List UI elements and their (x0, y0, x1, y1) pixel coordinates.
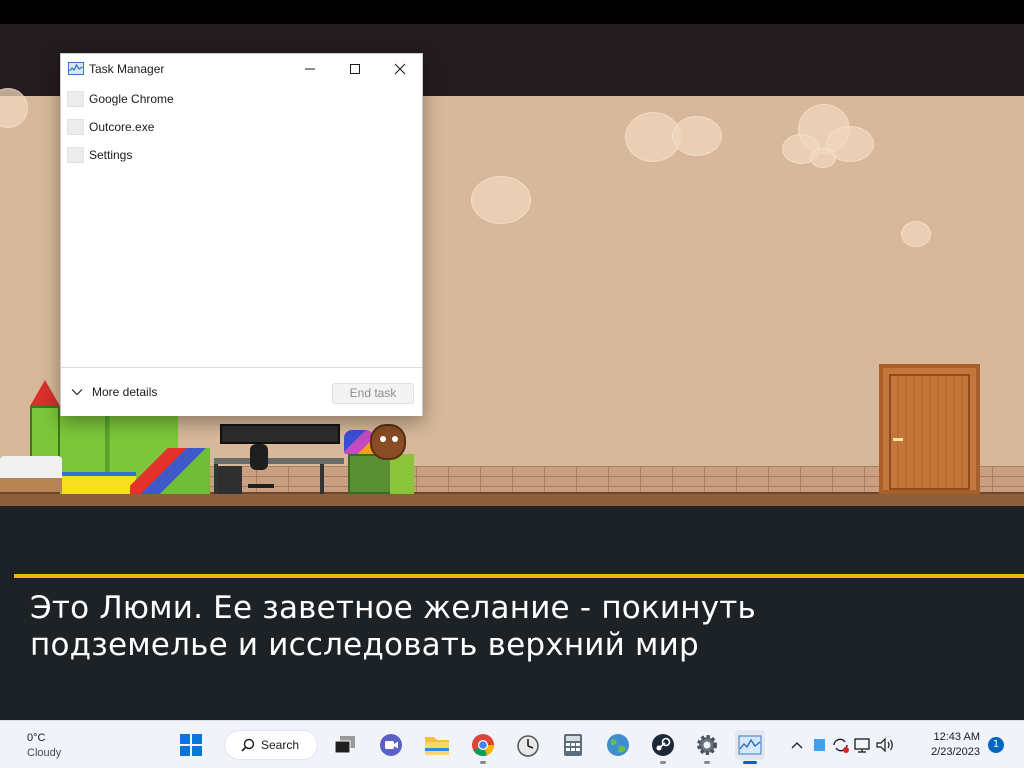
wall-bubble (901, 221, 931, 247)
caption-accent-line (14, 574, 1024, 578)
app-tray-icon[interactable] (808, 736, 830, 754)
calculator-button[interactable] (558, 730, 588, 760)
task-manager-icon (738, 735, 762, 755)
taskbar-clock[interactable]: 12:43 AM 2/23/2023 (916, 730, 980, 760)
running-indicator (743, 761, 757, 764)
running-indicator (660, 761, 666, 764)
globe-icon (607, 734, 629, 756)
chevron-down-icon (71, 389, 83, 396)
desk (214, 458, 344, 464)
running-indicator (480, 761, 486, 764)
running-indicator (704, 761, 710, 764)
taskbar-search[interactable]: Search (224, 730, 318, 760)
process-item[interactable]: Settings (61, 140, 422, 168)
process-icon (67, 147, 84, 163)
wall-bubble (810, 148, 836, 168)
caption-line-2: подземелье и исследовать верхний мир (30, 627, 699, 663)
process-icon (67, 119, 84, 135)
maximize-icon (350, 64, 360, 74)
toy-base (62, 472, 136, 494)
steam-button[interactable] (648, 730, 678, 764)
network-icon[interactable] (852, 736, 874, 754)
process-name: Google Chrome (89, 92, 174, 106)
file-explorer-icon (425, 737, 449, 755)
task-view-button[interactable] (330, 730, 360, 760)
task-manager-taskbar-button[interactable] (735, 730, 765, 764)
clock-app-icon (517, 735, 539, 757)
computer-monitor (220, 424, 340, 444)
task-manager-icon (68, 62, 84, 75)
wall-bubble (471, 176, 531, 224)
bed (0, 456, 62, 492)
toy-slide (130, 448, 210, 494)
process-name: Settings (89, 148, 133, 162)
task-manager-window[interactable]: Task Manager Google Chrome Outcore.exe S… (60, 53, 423, 416)
steam-icon (652, 734, 674, 756)
weather-condition: Cloudy (27, 747, 62, 759)
settings-icon (697, 735, 717, 755)
globe-app-button[interactable] (603, 730, 633, 760)
process-icon (67, 91, 84, 107)
more-details-button[interactable]: More details (71, 382, 157, 402)
close-button[interactable] (377, 54, 423, 84)
calculator-icon (564, 734, 582, 756)
clock-app-button[interactable] (513, 730, 543, 760)
maximize-button[interactable] (332, 54, 378, 84)
search-label: Search (261, 738, 300, 752)
settings-button[interactable] (692, 730, 722, 764)
door-handle (893, 438, 903, 441)
taskbar: 0°C Cloudy Search 12:43 AM 2/23/2023 (0, 720, 1024, 768)
office-chair (248, 444, 274, 492)
story-caption: Это Люми. Ее заветное желание - покинуть… (30, 590, 930, 664)
chrome-button[interactable] (468, 730, 498, 764)
minimize-icon (305, 68, 315, 70)
title-bar[interactable]: Task Manager (61, 54, 422, 84)
window-title: Task Manager (89, 62, 165, 76)
minimize-button[interactable] (287, 54, 333, 84)
clock-time: 12:43 AM (933, 731, 980, 743)
video-chat-icon (380, 734, 402, 756)
close-icon (394, 63, 406, 75)
wall-bubble (672, 116, 722, 156)
character-lumi (370, 424, 406, 460)
more-details-label: More details (92, 385, 158, 399)
weather-widget[interactable]: 0°C Cloudy (27, 731, 61, 761)
desk-leg (320, 464, 324, 494)
start-icon (180, 734, 202, 756)
video-chat-button[interactable] (376, 730, 406, 760)
start-button[interactable] (176, 730, 206, 760)
sync-icon[interactable] (830, 736, 852, 754)
task-view-icon (334, 736, 355, 754)
task-manager-footer: More details End task (61, 367, 422, 416)
floor (0, 492, 1024, 506)
system-tray (786, 730, 896, 760)
chevron-up-icon[interactable] (786, 738, 808, 752)
file-explorer-button[interactable] (422, 730, 452, 760)
process-name: Outcore.exe (89, 120, 155, 134)
wooden-door (879, 364, 980, 494)
search-icon (241, 738, 255, 752)
process-item[interactable]: Outcore.exe (61, 112, 422, 140)
caption-line-1: Это Люми. Ее заветное желание - покинуть (30, 590, 756, 626)
clock-date: 2/23/2023 (931, 746, 980, 758)
chrome-icon (472, 734, 495, 757)
process-item[interactable]: Google Chrome (61, 84, 422, 112)
door-panel (889, 374, 970, 490)
volume-icon[interactable] (874, 736, 896, 754)
end-task-button[interactable]: End task (332, 383, 414, 404)
notification-badge[interactable]: 1 (988, 737, 1004, 753)
weather-temp: 0°C (27, 732, 46, 744)
pc-tower (218, 466, 242, 494)
green-box-side (390, 454, 414, 494)
